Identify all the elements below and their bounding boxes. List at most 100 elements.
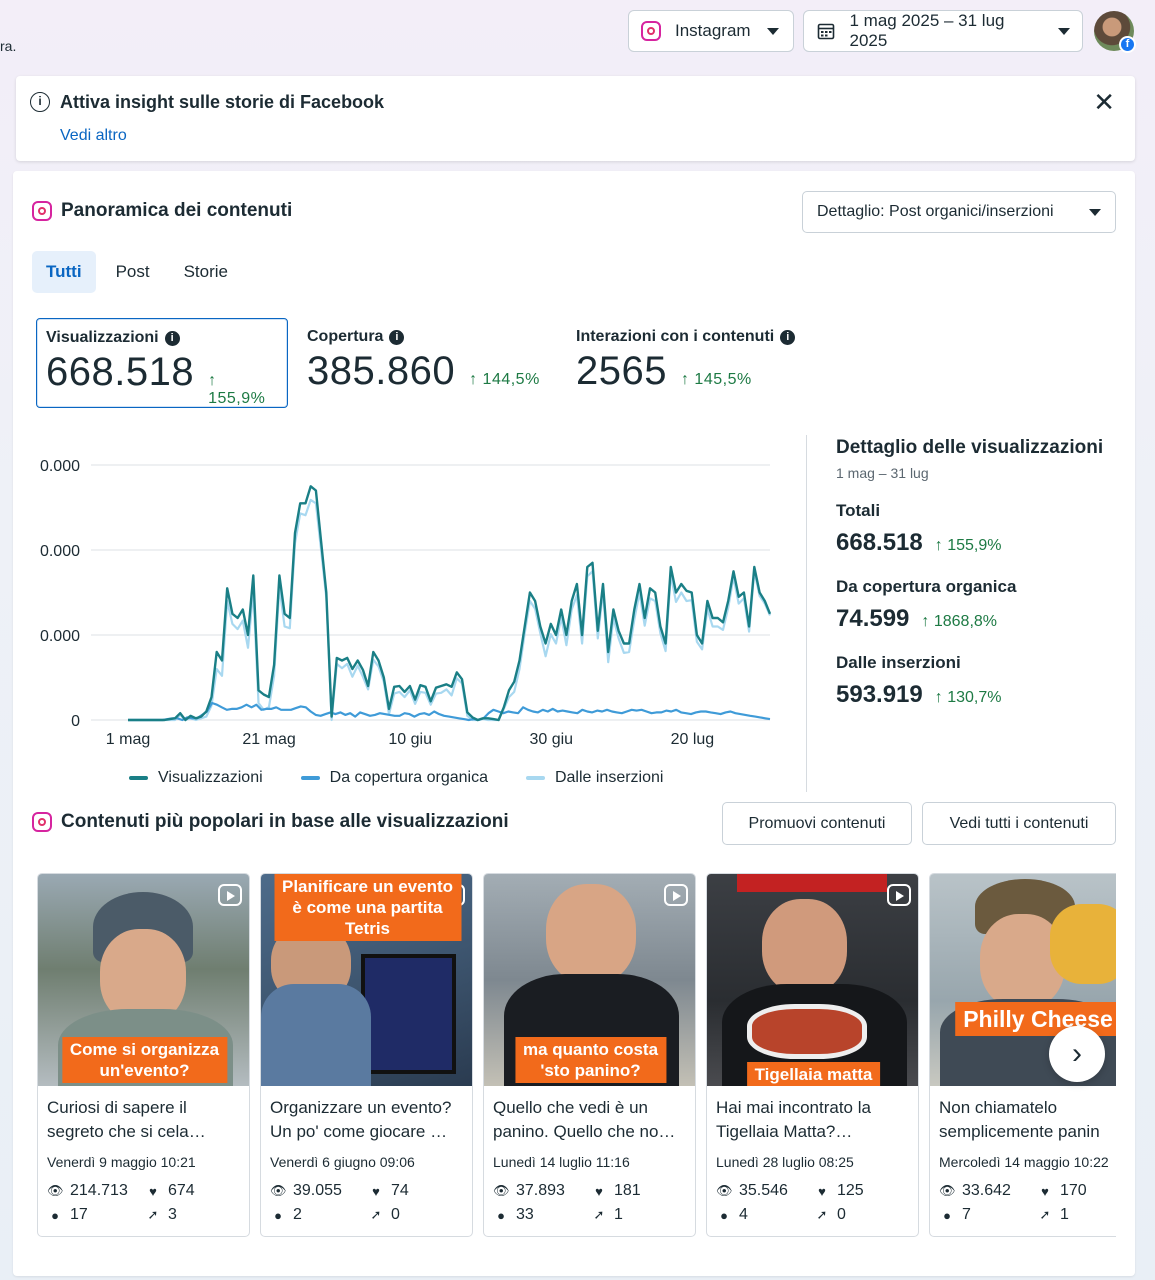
post-overlay-text: Tigellaia matta [746,1062,881,1086]
metric-change: ↑ 155,9% [208,372,266,407]
metric-value-text: 385.860 [307,349,456,393]
comment-icon: ● [51,1207,59,1223]
series-line-views[interactable] [128,485,772,722]
popular-posts-carousel: Come si organizza un'evento? Curiosi di s… [37,873,1116,1239]
share-icon: ➚ [593,1207,605,1222]
legend-item-views[interactable]: Visualizzazioni [129,769,263,787]
views-detail-panel: Dettaglio delle visualizzazioni 1 mag – … [836,437,1126,709]
detail-title: Dettaglio delle visualizzazioni [836,437,1104,458]
heart-icon: ♥ [818,1183,826,1199]
x-tick-label: 30 giu [529,731,573,748]
info-icon: i [30,92,50,112]
info-icon[interactable]: i [780,329,796,345]
instagram-icon [641,21,661,41]
arcade-screen-shape [361,954,456,1074]
post-card[interactable]: Come si organizza un'evento? Curiosi di s… [37,873,250,1237]
stat-value: 1 [1060,1206,1069,1223]
legend-label: Da copertura organica [329,769,488,786]
legend-swatch [129,776,148,780]
detail-change: ↑ 155,9% [934,537,1002,554]
face-shape [546,884,636,984]
tab-stories[interactable]: Storie [170,251,242,293]
face-shape [762,899,847,994]
legend-item-ads[interactable]: Dalle inserzioni [525,769,664,787]
series-line-organic[interactable] [128,701,771,722]
post-date: Venerdì 9 maggio 10:21 [47,1154,196,1170]
metric-value-text: 2565 [576,349,667,393]
post-card[interactable]: Planificare un evento è come una partita T… [260,873,473,1237]
post-date: Venerdì 6 giugno 09:06 [270,1154,415,1170]
metric-views[interactable]: Visualizzazioni i 668.518 ↑ 155,9% [36,318,288,408]
likes-stat: ♥ 74 [368,1182,409,1200]
tab-all[interactable]: Tutti [32,251,96,293]
detail-total: Totali 668.518 ↑ 155,9% [836,501,1126,557]
legend-swatch [300,776,320,780]
facebook-stories-banner: i Attiva insight sulle storie di Faceboo… [16,76,1135,161]
post-title: Hai mai incontrato la Tigellaia Matta?… [716,1098,871,1141]
comments-stat: ● 4 [716,1206,748,1224]
comments-stat: ● 7 [939,1206,971,1224]
detail-range: 1 mag – 31 lug [836,465,929,481]
stat-value: 170 [1060,1182,1087,1199]
shares-stat: ➚ 1 [591,1206,623,1224]
likes-stat: ♥ 125 [814,1182,864,1200]
views-stat: 👁 35.546 [716,1182,788,1200]
metric-label-text: Visualizzazioni [46,329,159,346]
avatar[interactable]: f [1094,11,1136,53]
post-title: Curiosi di sapere il segreto che si cela… [47,1098,206,1141]
shares-stat: ➚ 0 [814,1206,846,1224]
post-thumbnail: Come si organizza un'evento? [38,874,249,1086]
popular-title: Contenuti più popolari in base alle visu… [32,811,509,833]
x-tick-label: 1 mag [106,731,150,748]
y-tick-label: 0.000 [40,628,80,645]
metric-value: 385.860 ↑ 144,5% [307,349,549,394]
stat-value: 33 [516,1206,534,1223]
stat-value: 4 [739,1206,748,1223]
post-date: Lunedì 14 luglio 11:16 [493,1154,630,1170]
info-icon[interactable]: i [389,329,405,345]
stat-value: 1 [614,1206,623,1223]
detail-dropdown[interactable]: Dettaglio: Post organici/inserzioni [802,191,1116,233]
date-range-selector[interactable]: 1 mag 2025 – 31 lug 2025 [803,10,1083,52]
metric-interactions[interactable]: Interazioni con i contenuti i 2565 ↑ 145,5… [567,318,807,408]
carousel-next-button[interactable]: › [1049,1026,1105,1082]
series-line-ads[interactable] [128,498,772,722]
tab-posts[interactable]: Post [102,251,164,293]
stat-value: 214.713 [70,1182,128,1199]
close-icon[interactable]: ✕ [1093,89,1115,115]
post-card[interactable]: Tigellaia matta Hai mai incontrato la Ti… [706,873,919,1237]
sandwich-shape [1050,904,1116,984]
detail-label: Da copertura organica [836,577,1017,596]
post-title: Non chiamatelo semplicemente panin [939,1098,1100,1141]
see-more-link[interactable]: Vedi altro [60,127,127,145]
chevron-right-icon: › [1072,1037,1082,1070]
views-stat: 👁 37.893 [493,1182,565,1200]
metric-reach[interactable]: Copertura i 385.860 ↑ 144,5% [298,318,558,408]
post-overlay-text: ma quanto costa'sto panino? [514,1037,667,1083]
platform-selector[interactable]: Instagram [628,10,794,52]
see-all-content-button[interactable]: Vedi tutti i contenuti [922,802,1116,845]
post-date: Lunedì 28 luglio 08:25 [716,1154,854,1170]
stat-value: 181 [614,1182,641,1199]
reels-icon [218,884,242,906]
stat-value: 3 [168,1206,177,1223]
share-icon: ➚ [147,1207,159,1222]
comments-stat: ● 17 [47,1206,88,1224]
comments-stat: ● 33 [493,1206,534,1224]
detail-value: 74.599 [836,605,910,632]
legend-item-organic[interactable]: Da copertura organica [300,769,488,787]
metric-value-text: 668.518 [46,350,195,394]
y-tick-label: 0 [71,713,80,730]
plate-shape [747,1004,867,1059]
content-tabs: Tutti Post Storie [32,251,242,293]
eye-icon: 👁 [47,1183,64,1198]
post-thumbnail: Tigellaia matta [707,874,918,1086]
info-icon[interactable]: i [164,330,180,346]
detail-organic: Da copertura organica 74.599 ↑ 1868,8% [836,577,1126,633]
post-card[interactable]: ma quanto costa'sto panino? Quello che v… [483,873,696,1237]
chart-legend: Visualizzazioni Da copertura organica Da… [129,769,701,787]
promote-content-button[interactable]: Promuovi contenuti [722,802,912,845]
likes-stat: ♥ 181 [591,1182,641,1200]
platform-label: Instagram [675,21,751,40]
legend-label: Dalle inserzioni [554,769,664,786]
